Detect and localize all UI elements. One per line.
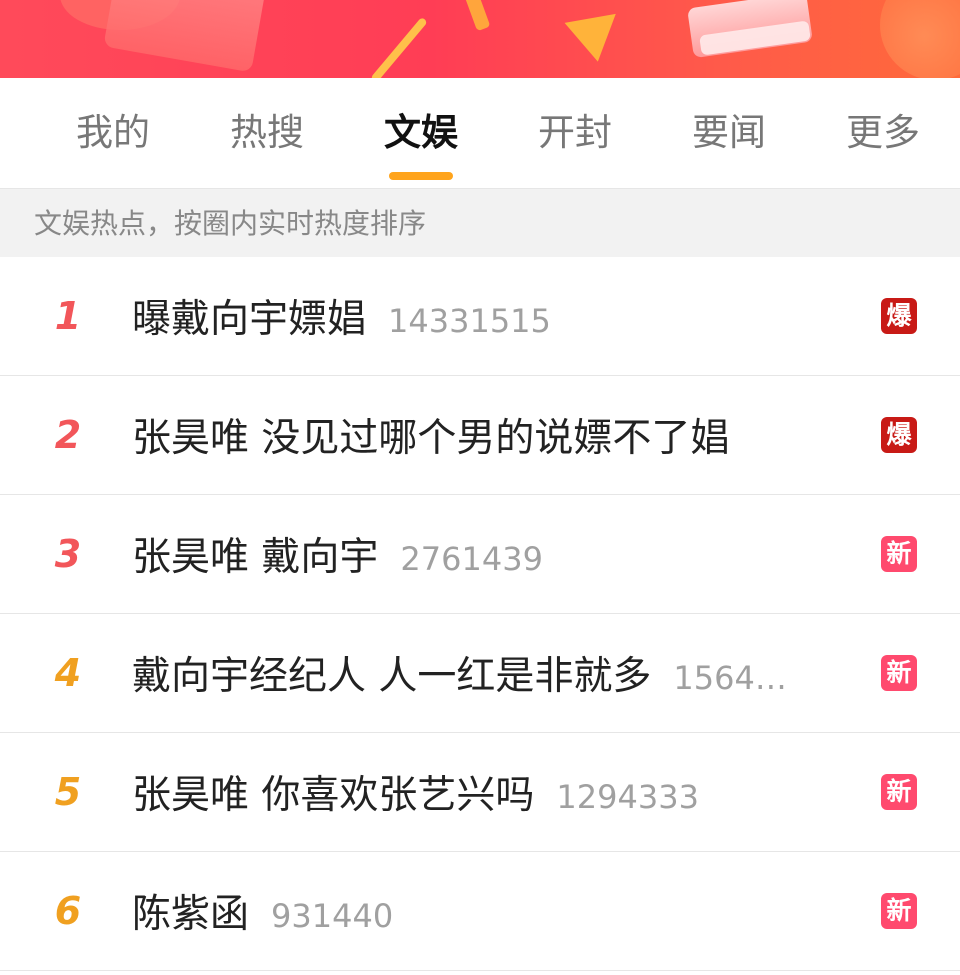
banner-decoration bbox=[564, 13, 624, 67]
heat-count: 931440 bbox=[271, 897, 394, 935]
heat-count: 14331515 bbox=[388, 302, 551, 340]
category-tabs: 我的 热搜 文娱 开封 要闻 更多 bbox=[0, 78, 960, 188]
topic-title: 张昊唯 你喜欢张艺兴吗 bbox=[132, 773, 535, 818]
topic-title-wrap: 张昊唯 你喜欢张艺兴吗 1294333 bbox=[132, 764, 699, 820]
list-item[interactable]: 6 陈紫函 931440 新 bbox=[0, 852, 960, 971]
trending-list: 1 曝戴向宇嫖娼 14331515 爆 2 张昊唯 没见过哪个男的说嫖不了娼 爆 … bbox=[0, 257, 960, 971]
list-item[interactable]: 3 张昊唯 戴向宇 2761439 新 bbox=[0, 495, 960, 614]
rank-number: 3 bbox=[54, 532, 82, 576]
tab-hot-search[interactable]: 热搜 bbox=[190, 78, 344, 188]
banner-decoration bbox=[880, 0, 960, 78]
tab-kaifeng[interactable]: 开封 bbox=[498, 78, 652, 188]
header-banner bbox=[0, 0, 960, 78]
topic-title-wrap: 张昊唯 没见过哪个男的说嫖不了娼 bbox=[132, 407, 729, 463]
active-tab-indicator bbox=[389, 172, 453, 180]
hot-badge: 爆 bbox=[881, 298, 917, 334]
topic-title: 曝戴向宇嫖娼 bbox=[132, 297, 367, 342]
rank-number: 1 bbox=[54, 294, 82, 338]
new-badge: 新 bbox=[881, 655, 917, 691]
tab-news[interactable]: 要闻 bbox=[652, 78, 806, 188]
heat-count: 1564… bbox=[673, 659, 787, 697]
topic-title: 张昊唯 戴向宇 bbox=[132, 535, 379, 580]
tab-label: 要闻 bbox=[692, 111, 766, 154]
rank-number: 4 bbox=[54, 651, 82, 695]
list-item[interactable]: 4 戴向宇经纪人 人一红是非就多 1564… 新 bbox=[0, 614, 960, 733]
banner-decoration bbox=[103, 0, 267, 73]
topic-title: 戴向宇经纪人 人一红是非就多 bbox=[132, 654, 652, 699]
topic-title-wrap: 曝戴向宇嫖娼 14331515 bbox=[132, 288, 551, 344]
topic-title-wrap: 戴向宇经纪人 人一红是非就多 1564… bbox=[132, 645, 787, 701]
heat-count: 2761439 bbox=[400, 540, 543, 578]
list-item[interactable]: 2 张昊唯 没见过哪个男的说嫖不了娼 爆 bbox=[0, 376, 960, 495]
rank-number: 2 bbox=[54, 413, 82, 457]
tab-label: 开封 bbox=[538, 111, 612, 154]
topic-title: 张昊唯 没见过哪个男的说嫖不了娼 bbox=[132, 416, 730, 461]
rank-number: 6 bbox=[54, 889, 82, 933]
new-badge: 新 bbox=[881, 774, 917, 810]
heat-count: 1294333 bbox=[556, 778, 699, 816]
list-item[interactable]: 1 曝戴向宇嫖娼 14331515 爆 bbox=[0, 257, 960, 376]
tab-label: 热搜 bbox=[230, 111, 304, 154]
topic-title-wrap: 张昊唯 戴向宇 2761439 bbox=[132, 526, 543, 582]
tab-entertainment[interactable]: 文娱 bbox=[344, 78, 498, 188]
banner-decoration bbox=[463, 0, 491, 32]
tab-more[interactable]: 更多 bbox=[806, 78, 960, 188]
tab-label: 文娱 bbox=[384, 111, 458, 154]
tab-label: 我的 bbox=[76, 111, 150, 154]
section-description: 文娱热点，按圈内实时热度排序 bbox=[0, 188, 960, 257]
new-badge: 新 bbox=[881, 536, 917, 572]
banner-decoration bbox=[370, 16, 428, 78]
new-badge: 新 bbox=[881, 893, 917, 929]
rank-number: 5 bbox=[54, 770, 82, 814]
list-item[interactable]: 5 张昊唯 你喜欢张艺兴吗 1294333 新 bbox=[0, 733, 960, 852]
hot-badge: 爆 bbox=[881, 417, 917, 453]
tab-label: 更多 bbox=[846, 111, 920, 154]
topic-title: 陈紫函 bbox=[132, 892, 250, 937]
tab-mine[interactable]: 我的 bbox=[36, 78, 190, 188]
topic-title-wrap: 陈紫函 931440 bbox=[132, 883, 393, 939]
